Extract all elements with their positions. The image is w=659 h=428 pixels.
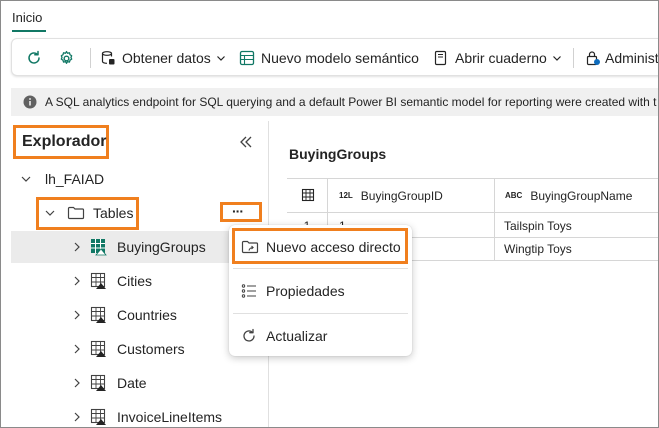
tree-item-label: lh_FAIAD bbox=[45, 171, 105, 187]
refresh-icon bbox=[243, 328, 255, 342]
new-semantic-model-label: Nuevo modelo semántico bbox=[261, 50, 419, 66]
info-banner: A SQL analytics endpoint for SQL queryin… bbox=[11, 88, 658, 116]
tree-item-table[interactable]: Countries bbox=[1, 299, 267, 331]
notebook-icon bbox=[434, 50, 447, 66]
database-icon bbox=[101, 51, 115, 65]
delta-table-icon bbox=[90, 272, 106, 289]
explorer-title: Explorador bbox=[13, 125, 109, 159]
toolbar-separator bbox=[573, 48, 574, 68]
tree-item-table[interactable]: InvoiceLineItems bbox=[1, 401, 267, 427]
delta-table-icon bbox=[90, 306, 106, 323]
ribbon-tab-bar: Inicio bbox=[1, 1, 658, 38]
properties-list-icon bbox=[241, 284, 256, 298]
tree-item-table[interactable]: Cities bbox=[1, 265, 267, 297]
info-icon bbox=[23, 95, 37, 109]
menu-item-label: Actualizar bbox=[266, 328, 328, 344]
tree-item-table[interactable]: Customers bbox=[1, 333, 267, 365]
delta-table-icon bbox=[91, 239, 107, 256]
delta-table-icon bbox=[90, 374, 106, 391]
chevron-right-icon bbox=[74, 276, 80, 286]
highlight-more-options bbox=[220, 202, 262, 222]
toolbar-separator bbox=[90, 48, 91, 68]
chevron-right-icon bbox=[74, 242, 80, 252]
tree-item-lakehouse[interactable]: lh_FAIAD bbox=[1, 163, 267, 195]
highlight-new-shortcut bbox=[232, 228, 408, 264]
collapse-pane-icon[interactable] bbox=[237, 133, 255, 151]
delta-table-icon bbox=[90, 408, 106, 425]
refresh-icon bbox=[28, 50, 40, 64]
info-banner-text: A SQL analytics endpoint for SQL queryin… bbox=[45, 95, 657, 109]
open-notebook-label: Abrir cuaderno bbox=[455, 50, 547, 66]
manage-button[interactable]: Administ bbox=[585, 39, 659, 77]
table-preview-title: BuyingGroups bbox=[289, 146, 387, 162]
active-tab-indicator bbox=[12, 30, 46, 32]
grid-line bbox=[494, 178, 495, 261]
column-header-buyinggroupid[interactable]: 12L BuyingGroupID bbox=[339, 178, 443, 213]
column-name: BuyingGroupID bbox=[360, 188, 443, 203]
get-data-button[interactable]: Obtener datos bbox=[100, 39, 226, 77]
column-name: BuyingGroupName bbox=[530, 188, 633, 203]
tree-item-label: Countries bbox=[117, 307, 177, 323]
menu-separator bbox=[233, 313, 408, 314]
chevron-right-icon bbox=[74, 344, 80, 354]
chevron-down-icon bbox=[552, 56, 561, 61]
settings-button[interactable] bbox=[58, 39, 75, 77]
open-notebook-button[interactable]: Abrir cuaderno bbox=[433, 39, 562, 77]
column-header-buyinggroupname[interactable]: ABC BuyingGroupName bbox=[505, 178, 632, 213]
menu-item-refresh[interactable]: Actualizar bbox=[229, 319, 412, 353]
tab-home[interactable]: Inicio bbox=[12, 10, 42, 25]
manage-label: Administ bbox=[605, 50, 659, 66]
tree-item-label: InvoiceLineItems bbox=[117, 409, 223, 425]
highlight-tables bbox=[36, 197, 139, 230]
chevron-right-icon bbox=[74, 310, 80, 320]
tree-item-label: Customers bbox=[117, 341, 185, 357]
menu-separator bbox=[233, 268, 408, 269]
table-grid-icon[interactable] bbox=[301, 188, 315, 202]
delta-table-icon bbox=[90, 340, 106, 357]
app-frame: Inicio Obtener datos Nuevo modelo semánt… bbox=[0, 0, 659, 428]
new-semantic-model-button[interactable]: Nuevo modelo semántico bbox=[239, 39, 419, 77]
lock-icon bbox=[586, 51, 600, 66]
chevron-right-icon bbox=[74, 412, 80, 422]
tree-item-label: Date bbox=[117, 375, 147, 391]
get-data-label: Obtener datos bbox=[122, 50, 211, 66]
menu-item-properties[interactable]: Propiedades bbox=[229, 274, 412, 308]
semantic-model-icon bbox=[239, 50, 255, 66]
chevron-down-icon bbox=[216, 56, 225, 61]
tree-item-label: Cities bbox=[117, 273, 153, 289]
type-badge: ABC bbox=[505, 191, 523, 200]
type-badge: 12L bbox=[339, 191, 353, 200]
table-cell[interactable]: Wingtip Toys bbox=[504, 238, 572, 260]
tree-item-label: BuyingGroups bbox=[117, 239, 206, 255]
ribbon-toolbar: Obtener datos Nuevo modelo semántico Abr… bbox=[11, 38, 659, 77]
refresh-button[interactable] bbox=[26, 39, 42, 77]
tree-item-table[interactable]: Date bbox=[1, 367, 267, 399]
chevron-down-icon bbox=[21, 176, 31, 182]
table-cell[interactable]: Tailspin Toys bbox=[504, 214, 572, 237]
chevron-right-icon bbox=[74, 378, 80, 388]
gear-icon bbox=[60, 50, 73, 64]
menu-item-label: Propiedades bbox=[266, 283, 345, 299]
